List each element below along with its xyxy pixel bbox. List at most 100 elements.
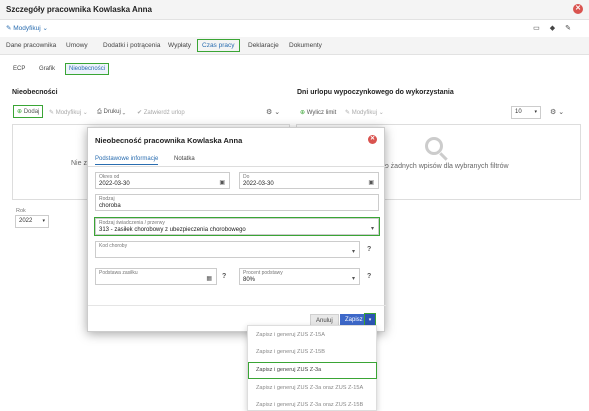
edit-icon: ✎ [345, 110, 351, 116]
year-select-value: 2022 [19, 218, 33, 224]
year-select[interactable]: 2022 ▾ [15, 215, 49, 228]
check-icon: ✔ [137, 110, 143, 116]
printer-icon: ⎙ [97, 109, 102, 115]
right-settings-button[interactable]: ⚙ ⌄ [550, 108, 564, 116]
left-modify-button[interactable]: ✎ Modyfikuj ⌄ [49, 109, 88, 116]
year-label: Rok [16, 208, 26, 214]
toolbar-icons: ▭◆✎ [533, 24, 581, 32]
menu-item-zus-z3a[interactable]: Zapisz i generuj ZUS Z-3a [248, 362, 377, 379]
modal-tabs: Podstawowe informacje Notatka [88, 153, 386, 167]
help-icon[interactable]: ? [222, 273, 226, 280]
page-size-value: 10 [515, 109, 522, 115]
subtab-ecp[interactable]: ECP [13, 66, 25, 72]
benefit-type-select[interactable]: Rodzaj świadczenia / przerwy 313 - zasił… [94, 217, 380, 236]
calendar-icon[interactable]: ▣ [219, 179, 225, 186]
date-to-label: Do [243, 174, 250, 180]
add-button[interactable]: ⊕ Dodaj [12, 105, 44, 118]
save-options-menu: Zapisz i generuj ZUS Z-15A Zapisz i gene… [247, 325, 377, 411]
print-label: Drukuj [103, 109, 121, 115]
calendar-icon[interactable]: ▣ [368, 179, 374, 186]
edit-icon: ✎ [49, 110, 55, 116]
tag-icon[interactable]: ◆ [550, 25, 565, 32]
caret-down-icon: ▾ [370, 226, 374, 232]
calculator-icon[interactable]: ▦ [206, 275, 212, 282]
percent-base-select[interactable]: Procent podstawy 80% ▾ [239, 268, 360, 285]
tab-dokumenty[interactable]: Dokumenty [289, 42, 322, 49]
left-modify-label: Modyfikuj [55, 110, 82, 116]
modal-close-icon[interactable]: ✕ [368, 135, 377, 144]
gears-icon: ⚙ [550, 109, 557, 116]
right-modify-button[interactable]: ✎ Modyfikuj ⌄ [345, 109, 384, 116]
tab-note[interactable]: Notatka [174, 156, 195, 162]
benefit-base-label: Podstawa zasiłku [99, 270, 138, 276]
modify-menu-label: Modyfikuj [13, 25, 41, 32]
add-button-label: Dodaj [23, 109, 40, 115]
approve-label: Zatwierdź urlop [143, 110, 185, 116]
chevron-down-icon: ⌄ [558, 109, 565, 116]
main-tabs: Dane pracownika Umowy Dodatki i potrącen… [0, 37, 589, 55]
tab-deklaracje[interactable]: Deklaracje [248, 42, 279, 49]
window-titlebar: Szczegóły pracownika Kowlaska Anna ✕ [0, 0, 589, 20]
date-from-field[interactable]: Okres od 2022-03-30 ▣ [95, 172, 230, 189]
date-from-label: Okres od [99, 174, 120, 180]
plus-icon: ⊕ [17, 109, 23, 115]
percent-base-value: 80% [243, 277, 256, 283]
folder-icon[interactable]: ▭ [533, 25, 550, 32]
edit-icon: ✎ [6, 25, 12, 32]
chevron-down-icon: ⌄ [274, 109, 281, 116]
vacation-heading: Dni urlopu wypoczynkowego do wykorzystan… [297, 89, 454, 96]
disease-code-label: Kod choroby [99, 243, 128, 249]
tab-czas-pracy[interactable]: Czas pracy [197, 39, 240, 52]
print-button[interactable]: ⎙ Drukuj ⌄ [97, 109, 125, 116]
page-size-select[interactable]: 10 ▾ [511, 106, 541, 119]
tab-wyplaty[interactable]: Wypłaty [168, 42, 191, 49]
menu-item-zus-z15b[interactable]: Zapisz i generuj ZUS Z-15B [256, 349, 325, 355]
type-field[interactable]: Rodzaj choroba [95, 194, 379, 211]
type-value: choroba [99, 203, 121, 209]
benefit-type-value: 313 - zasiłek chorobowy z ubezpieczenia … [99, 227, 246, 233]
approve-leave-button[interactable]: ✔ Zatwierdź urlop [137, 109, 185, 116]
chevron-down-icon: ⌄ [378, 110, 384, 116]
help-icon[interactable]: ? [367, 246, 371, 253]
left-empty-text: Nie z [71, 160, 87, 167]
menu-item-zus-z3a-z15b[interactable]: Zapisz i generuj ZUS Z-3a oraz ZUS Z-15B [256, 402, 363, 408]
toolbar: ✎ Modyfikuj ⌄ ▭◆✎ [0, 20, 589, 36]
plus-icon: ⊕ [300, 110, 306, 116]
chevron-down-icon: ⌄ [122, 109, 126, 115]
caret-down-icon: ▾ [351, 249, 355, 255]
benefit-base-field[interactable]: Podstawa zasiłku ▦ [95, 268, 217, 285]
disease-code-select[interactable]: Kod choroby ▾ [95, 241, 360, 258]
tab-basic-info[interactable]: Podstawowe informacje [95, 156, 159, 165]
date-to-field[interactable]: Do 2022-03-30 ▣ [239, 172, 379, 189]
percent-base-label: Procent podstawy [243, 270, 283, 276]
benefit-type-label: Rodzaj świadczenia / przerwy [99, 220, 165, 226]
menu-item-zus-z3a-z15a[interactable]: Zapisz i generuj ZUS Z-3a oraz ZUS Z-15A [256, 385, 363, 391]
close-icon[interactable]: ✕ [573, 4, 583, 14]
pencil-icon[interactable]: ✎ [565, 25, 581, 32]
tab-umowy[interactable]: Umowy [66, 42, 88, 49]
caret-down-icon: ▾ [351, 276, 355, 282]
chevron-down-icon: ⌄ [42, 25, 48, 32]
right-modify-label: Modyfikuj [351, 110, 378, 116]
help-icon[interactable]: ? [367, 273, 371, 280]
absence-modal: Nieobecność pracownika Kowlaska Anna ✕ P… [87, 127, 386, 332]
chevron-down-icon: ⌄ [82, 110, 88, 116]
tab-dane-pracownika[interactable]: Dane pracownika [6, 42, 56, 49]
subtab-nieobecnosci[interactable]: Nieobecności [64, 63, 110, 75]
date-to-value: 2022-03-30 [243, 181, 274, 187]
calculate-limit-button[interactable]: ⊕ Wylicz limit [300, 109, 336, 116]
left-settings-button[interactable]: ⚙ ⌄ [266, 108, 280, 116]
gears-icon: ⚙ [266, 109, 273, 116]
type-label: Rodzaj [99, 196, 115, 202]
right-empty-text: ziono żadnych wpisów dla wybranych filtr… [372, 163, 509, 170]
tab-dodatki[interactable]: Dodatki i potrącenia [103, 42, 160, 49]
date-from-value: 2022-03-30 [99, 181, 130, 187]
chevron-down-icon: ▾ [42, 218, 45, 224]
menu-item-zus-z15a[interactable]: Zapisz i generuj ZUS Z-15A [256, 332, 325, 338]
modify-menu-button[interactable]: ✎ Modyfikuj ⌄ [6, 24, 48, 32]
subtab-grafik[interactable]: Grafik [39, 66, 55, 72]
modal-title: Nieobecność pracownika Kowlaska Anna [95, 136, 243, 145]
calculate-limit-label: Wylicz limit [306, 110, 337, 116]
absences-heading: Nieobecności [12, 89, 58, 96]
magnifier-handle [439, 152, 448, 161]
